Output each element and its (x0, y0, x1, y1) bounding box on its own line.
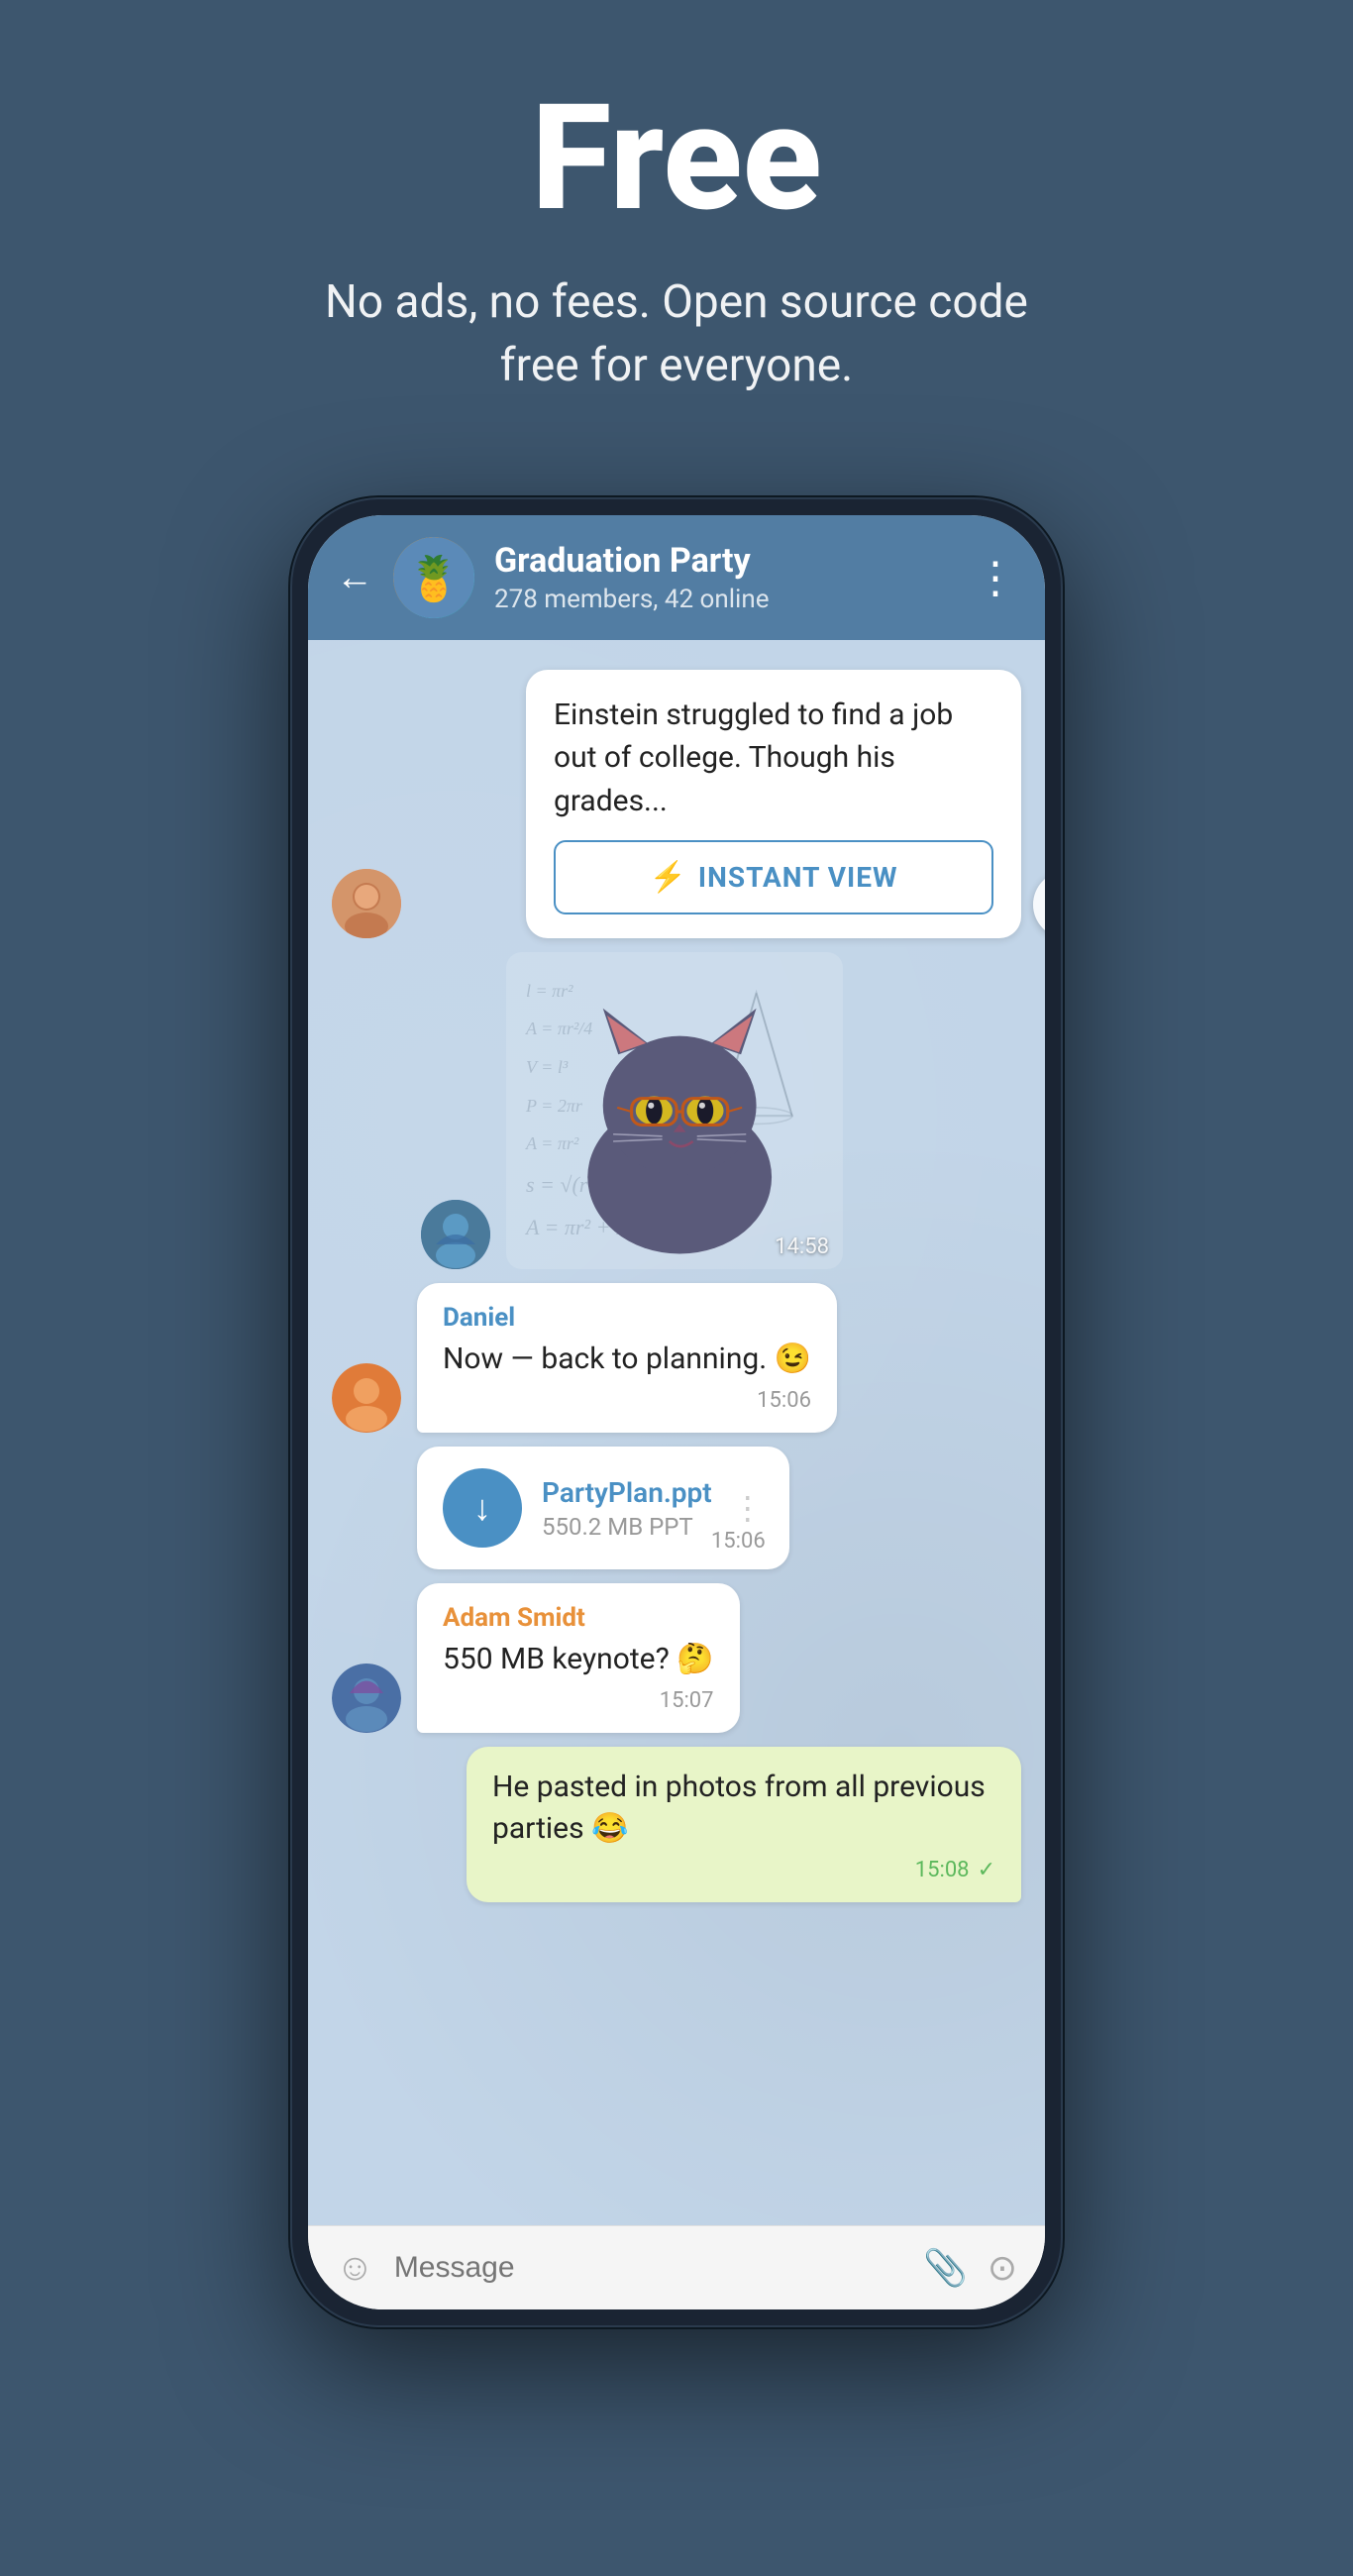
daniel-meta: 15:06 (443, 1388, 811, 1413)
file-sender-spacer (332, 1500, 401, 1569)
instant-view-bubble: Einstein struggled to find a job out of … (526, 670, 1021, 939)
daniel-time: 15:06 (757, 1388, 811, 1413)
own-bubble: He pasted in photos from all previous pa… (467, 1747, 1021, 1902)
file-message-row: ↓ PartyPlan.ppt 550.2 MB PPT ⋮ 15:06 (332, 1447, 789, 1569)
file-info: PartyPlan.ppt 550.2 MB PPT (542, 1476, 712, 1541)
instant-view-text: Einstein struggled to find a job out of … (554, 694, 993, 823)
messages-area: Einstein struggled to find a job out of … (308, 640, 1045, 2225)
share-button[interactable]: ↗ (1033, 871, 1045, 938)
sticker-image: l = πr² A = πr²/4 V = l³ P = 2πr A = πr²… (506, 952, 843, 1269)
file-time-meta: 15:06 (711, 1529, 766, 1554)
chat-name: Graduation Party (494, 541, 954, 581)
file-time: 15:06 (711, 1529, 766, 1554)
file-download-button[interactable]: ↓ (443, 1468, 522, 1548)
chat-info: Graduation Party 278 members, 42 online (494, 541, 954, 614)
camera-button[interactable]: ⊙ (988, 2247, 1017, 2289)
download-icon: ↓ (473, 1487, 491, 1529)
chat-header: ← 🍍 Graduation Party 278 members, 42 onl… (308, 515, 1045, 640)
file-menu-button[interactable]: ⋮ (732, 1489, 764, 1527)
own-message-row: He pasted in photos from all previous pa… (467, 1747, 1021, 1902)
sticker-message-row: l = πr² A = πr²/4 V = l³ P = 2πr A = πr²… (421, 952, 1021, 1269)
chat-members: 278 members, 42 online (494, 585, 954, 614)
emoji-button[interactable]: ☺ (336, 2246, 374, 2290)
file-size: 550.2 MB PPT (542, 1513, 712, 1541)
menu-button[interactable]: ⋮ (974, 552, 1017, 603)
attach-button[interactable]: 📎 (923, 2247, 968, 2289)
own-time: 15:08 (915, 1858, 970, 1882)
phone-mockup: ← 🍍 Graduation Party 278 members, 42 onl… (290, 497, 1063, 2327)
adam-time: 15:07 (660, 1688, 714, 1713)
instant-view-button-label: INSTANT VIEW (698, 861, 898, 894)
daniel-message-row: Daniel Now — back to planning. 😉 15:06 (332, 1283, 837, 1433)
adam-name: Adam Smidt (443, 1603, 714, 1633)
svg-text:🍍: 🍍 (407, 553, 462, 604)
phone-outer: ← 🍍 Graduation Party 278 members, 42 onl… (290, 497, 1063, 2327)
daniel-name: Daniel (443, 1303, 811, 1333)
file-bubble: ↓ PartyPlan.ppt 550.2 MB PPT ⋮ 15:06 (417, 1447, 789, 1569)
sticker-sender-avatar (421, 1200, 490, 1269)
message-input-bar: ☺ 📎 ⊙ (308, 2225, 1045, 2309)
own-text: He pasted in photos from all previous pa… (492, 1767, 995, 1850)
instant-view-button[interactable]: ⚡ INSTANT VIEW (554, 840, 993, 914)
daniel-text: Now — back to planning. 😉 (443, 1339, 811, 1380)
hero-title: Free (531, 79, 822, 241)
phone-inner: ← 🍍 Graduation Party 278 members, 42 onl… (308, 515, 1045, 2309)
cat-sticker-svg (506, 952, 843, 1269)
message-input[interactable] (394, 2251, 903, 2285)
instant-view-row: Einstein struggled to find a job out of … (332, 670, 1021, 939)
file-name: PartyPlan.ppt (542, 1476, 712, 1509)
adam-meta: 15:07 (443, 1688, 714, 1713)
back-button[interactable]: ← (336, 556, 373, 599)
hero-subtitle: No ads, no fees. Open source code free f… (290, 270, 1063, 398)
adam-avatar (332, 1664, 401, 1733)
adam-bubble: Adam Smidt 550 MB keynote? 🤔 15:07 (417, 1583, 740, 1733)
adam-message-row: Adam Smidt 550 MB keynote? 🤔 15:07 (332, 1583, 740, 1733)
adam-text: 550 MB keynote? 🤔 (443, 1639, 714, 1680)
own-meta: 15:08 ✓ (492, 1858, 995, 1882)
daniel-bubble: Daniel Now — back to planning. 😉 15:06 (417, 1283, 837, 1433)
lightning-icon: ⚡ (650, 860, 686, 895)
chat-avatar: 🍍 (393, 537, 474, 618)
read-check-icon: ✓ (978, 1858, 995, 1882)
daniel-avatar (332, 1363, 401, 1433)
hero-section: Free No ads, no fees. Open source code f… (0, 0, 1353, 458)
sender-avatar-iv (332, 869, 401, 938)
